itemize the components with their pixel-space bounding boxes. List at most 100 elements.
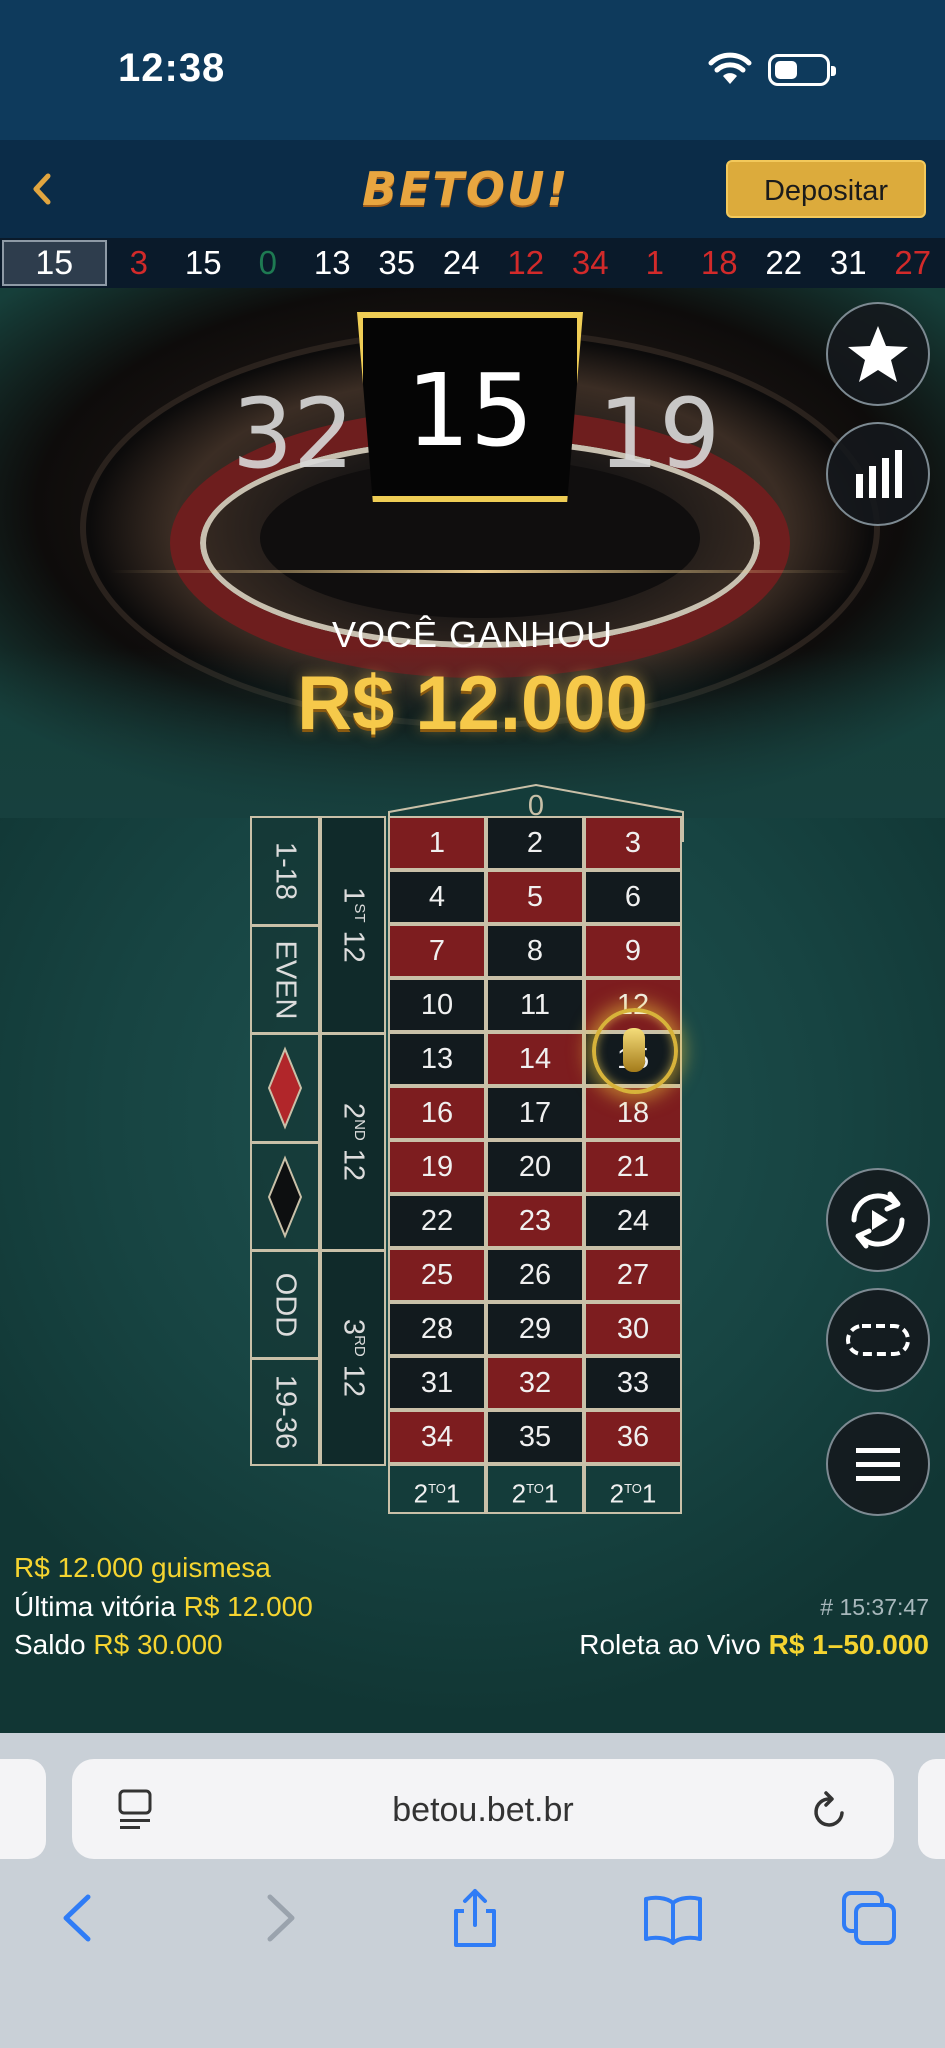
bet-cell-27[interactable]: 27: [584, 1248, 682, 1302]
bet-cell-1[interactable]: 1: [388, 816, 486, 870]
url-text: betou.bet.br: [392, 1791, 574, 1829]
reload-icon[interactable]: [808, 1789, 852, 1833]
history-number: 1: [645, 244, 664, 281]
dozen-1st[interactable]: 1ST 12: [320, 816, 386, 1034]
bet-odd[interactable]: ODD: [250, 1250, 320, 1359]
bet-cell-34[interactable]: 34: [388, 1410, 486, 1464]
bet-red[interactable]: [250, 1033, 320, 1143]
bet-cell-35[interactable]: 35: [486, 1410, 584, 1464]
bet-cell-36[interactable]: 36: [584, 1410, 682, 1464]
history-number: 22: [765, 244, 803, 281]
win-label: VOCÊ GANHOU: [331, 614, 614, 655]
tabs-icon[interactable]: [834, 1883, 904, 1953]
bet-cell-33[interactable]: 33: [584, 1356, 682, 1410]
hamburger-menu-icon: [856, 1448, 900, 1481]
bet-19-36[interactable]: 19-36: [250, 1358, 320, 1466]
bet-cell-25[interactable]: 25: [388, 1248, 486, 1302]
address-bar[interactable]: betou.bet.br: [72, 1759, 894, 1859]
share-icon[interactable]: [440, 1883, 510, 1953]
dozen-2-number: 2: [337, 1102, 370, 1120]
bet-cell-16[interactable]: 16: [388, 1086, 486, 1140]
browser-back-icon[interactable]: [44, 1883, 114, 1953]
bet-cell-11[interactable]: 11: [486, 978, 584, 1032]
history-number: 35: [378, 244, 416, 281]
bet-cell-19[interactable]: 19: [388, 1140, 486, 1194]
dozen-3-label: 12: [337, 1364, 370, 1398]
chip-marker-icon: [623, 1028, 645, 1072]
bet-cell-13[interactable]: 13: [388, 1032, 486, 1086]
result-neighbor-left: 32: [232, 378, 355, 490]
result-neighbor-right: 19: [598, 378, 721, 490]
history-number: 13: [313, 244, 351, 281]
status-time: 12:38: [118, 46, 226, 90]
bet-cell-20[interactable]: 20: [486, 1140, 584, 1194]
deposit-button[interactable]: Depositar: [726, 160, 926, 218]
browser-toolbar: betou.bet.br: [0, 1733, 945, 2048]
history-current: 15: [2, 240, 107, 286]
bet-cell-22[interactable]: 22: [388, 1194, 486, 1248]
bet-cell-30[interactable]: 30: [584, 1302, 682, 1356]
column-bet-3[interactable]: 2TO1: [584, 1464, 682, 1514]
column-bet-1[interactable]: 2TO1: [388, 1464, 486, 1514]
next-tab-preview[interactable]: [918, 1759, 945, 1859]
bet-cell-21[interactable]: 21: [584, 1140, 682, 1194]
dozen-3rd[interactable]: 3RD 12: [320, 1250, 386, 1466]
bet-cell-23[interactable]: 23: [486, 1194, 584, 1248]
recent-winner-user: guismesa: [151, 1552, 271, 1583]
balance-value: R$ 30.000: [93, 1629, 223, 1660]
dozen-1-label: 12: [337, 930, 370, 963]
column-bet-2[interactable]: 2TO1: [486, 1464, 584, 1514]
favorite-button[interactable]: [826, 302, 930, 406]
win-amount: R$ 12.000: [297, 661, 648, 746]
bet-cell-4[interactable]: 4: [388, 870, 486, 924]
round-id: # 15:37:47: [820, 1594, 929, 1620]
bet-cell-31[interactable]: 31: [388, 1356, 486, 1410]
bet-cell-3[interactable]: 3: [584, 816, 682, 870]
dozen-2nd[interactable]: 2ND 12: [320, 1033, 386, 1251]
bet-cell-28[interactable]: 28: [388, 1302, 486, 1356]
bet-cell-6[interactable]: 6: [584, 870, 682, 924]
app-header: BETOU! Depositar: [0, 140, 945, 238]
dozen-3-suffix: RD: [351, 1335, 369, 1357]
bet-cell-26[interactable]: 26: [486, 1248, 584, 1302]
bet-odd-label: ODD: [269, 1272, 302, 1337]
history-number: 12: [507, 244, 545, 281]
bet-cell-8[interactable]: 8: [486, 924, 584, 978]
bet-black[interactable]: [250, 1142, 320, 1251]
racetrack-button[interactable]: [826, 1288, 930, 1392]
rebet-button[interactable]: [826, 1168, 930, 1272]
bet-cell-14[interactable]: 14: [486, 1032, 584, 1086]
divider: [110, 570, 850, 573]
back-chevron-icon[interactable]: [22, 166, 62, 212]
table-name: Roleta ao Vivo: [579, 1629, 761, 1660]
menu-button[interactable]: [826, 1412, 930, 1516]
bet-cell-10[interactable]: 10: [388, 978, 486, 1032]
bet-cell-2[interactable]: 2: [486, 816, 584, 870]
history-number: 34: [571, 244, 609, 281]
statistics-button[interactable]: [826, 422, 930, 526]
last-win-value: R$ 12.000: [183, 1591, 313, 1622]
bet-cell-29[interactable]: 29: [486, 1302, 584, 1356]
history-number: 0: [258, 244, 277, 281]
history-number: 31: [829, 244, 867, 281]
dozen-3-number: 3: [337, 1318, 370, 1336]
history-number: 24: [442, 244, 480, 281]
status-bar: 12:38: [0, 0, 945, 140]
bet-even[interactable]: EVEN: [250, 925, 320, 1034]
previous-tab-preview[interactable]: [0, 1759, 46, 1859]
last-win: Última vitória R$ 12.000: [14, 1591, 313, 1623]
browser-forward-icon[interactable]: [244, 1883, 314, 1953]
results-history: 15 3 15 0 13 35 24 12 34 1 18 22 31 27: [0, 238, 945, 288]
bet-cell-24[interactable]: 24: [584, 1194, 682, 1248]
bet-cell-5[interactable]: 5: [486, 870, 584, 924]
bookmarks-icon[interactable]: [638, 1883, 708, 1953]
bet-cell-7[interactable]: 7: [388, 924, 486, 978]
recent-winner: R$ 12.000 guismesa: [14, 1552, 271, 1584]
dozen-1-number: 1: [337, 887, 370, 904]
history-number: 3: [129, 244, 148, 281]
bet-cell-32[interactable]: 32: [486, 1356, 584, 1410]
bet-cell-18[interactable]: 18: [584, 1086, 682, 1140]
bet-1-18[interactable]: 1-18: [250, 816, 320, 926]
bet-cell-9[interactable]: 9: [584, 924, 682, 978]
bet-cell-17[interactable]: 17: [486, 1086, 584, 1140]
